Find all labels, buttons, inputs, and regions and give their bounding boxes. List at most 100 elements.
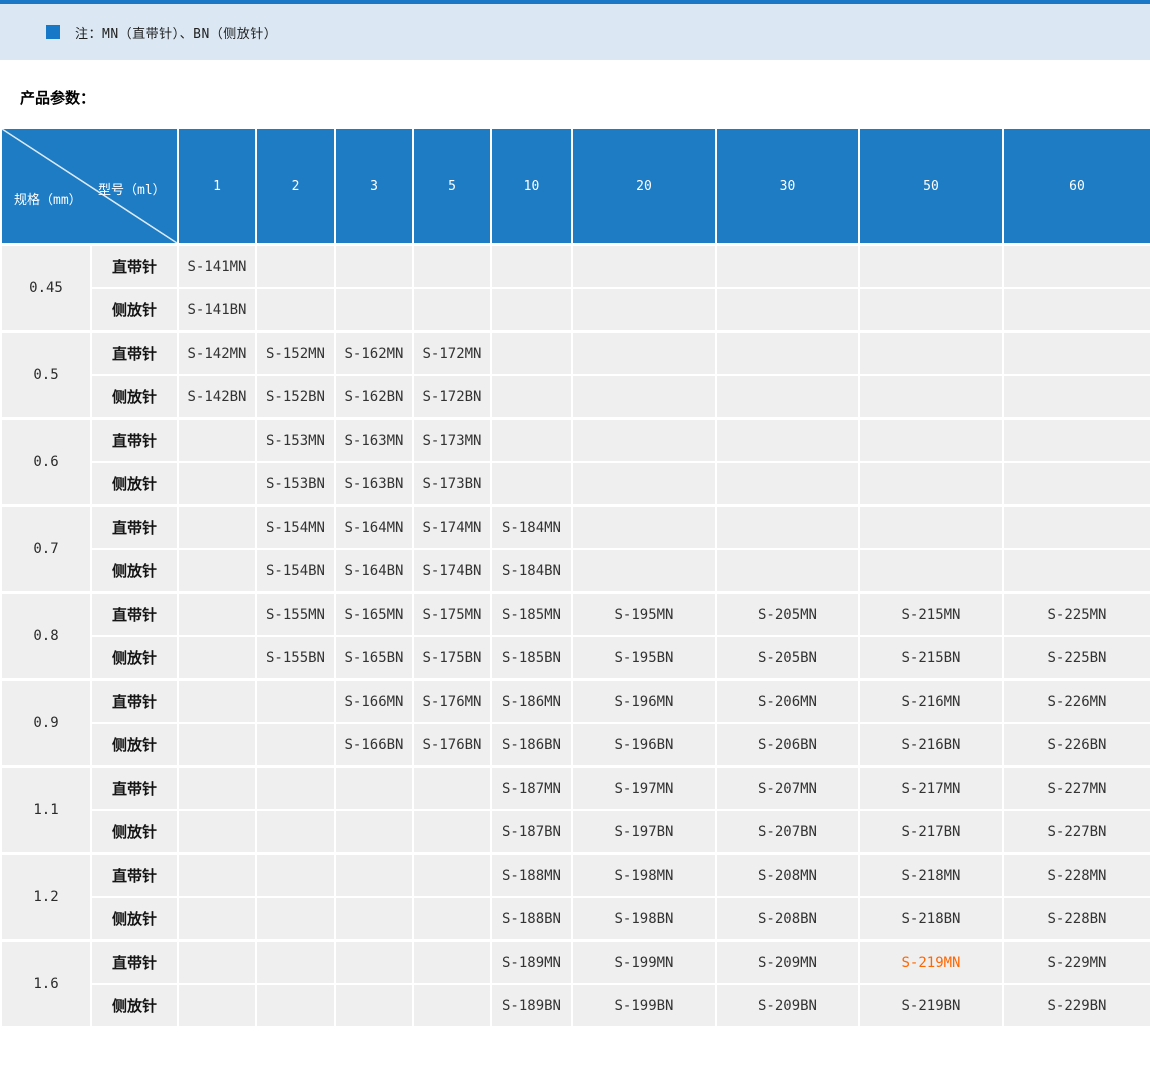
model-cell: S-164BN bbox=[334, 548, 414, 594]
row-0.8-mn: 0.8 直带针 S-155MN S-165MN S-175MN S-185MN S-195M… bbox=[0, 591, 1150, 681]
empty-cell bbox=[858, 504, 1004, 550]
model-cell: S-185MN bbox=[490, 591, 573, 637]
empty-cell bbox=[177, 548, 257, 594]
model-cell: S-163BN bbox=[334, 461, 414, 507]
row-0.7-mn: 0.7 直带针 S-154MN S-164MN S-174MN S-184MN bbox=[0, 504, 1150, 594]
model-cell: S-141MN bbox=[177, 243, 257, 289]
spec-cell: 1.6 bbox=[0, 939, 92, 1028]
empty-cell bbox=[177, 461, 257, 507]
empty-cell bbox=[334, 939, 414, 985]
note-banner: 注：MN（直带针）、BN（侧放针） bbox=[0, 4, 1150, 60]
column-header-3ml: 3 bbox=[334, 127, 414, 246]
row-0.9-mn: 0.9 直带针 S-166MN S-176MN S-186MN S-196MN S-206M… bbox=[0, 678, 1150, 768]
spec-cell: 0.7 bbox=[0, 504, 92, 594]
empty-cell bbox=[1002, 243, 1150, 289]
empty-cell bbox=[177, 722, 257, 768]
row-0.9-bn: 侧放针 S-166BN S-176BN S-186BN S-196BN S-206BN S-… bbox=[1, 722, 1150, 768]
empty-cell bbox=[715, 330, 860, 376]
empty-cell bbox=[571, 461, 717, 507]
empty-cell bbox=[177, 983, 257, 1028]
model-cell: S-217BN bbox=[858, 809, 1004, 855]
model-cell: S-166BN bbox=[334, 722, 414, 768]
model-cell: S-164MN bbox=[334, 504, 414, 550]
empty-cell bbox=[715, 548, 860, 594]
column-header-2ml: 2 bbox=[255, 127, 336, 246]
model-cell: S-188MN bbox=[490, 852, 573, 898]
empty-cell bbox=[571, 548, 717, 594]
row-1.1-mn: 1.1 直带针 S-187MN S-197MN S-207MN S-217MN S-227M… bbox=[0, 765, 1150, 855]
empty-cell bbox=[255, 939, 336, 985]
needle-type-cell: 侧放针 bbox=[90, 635, 179, 681]
needle-type-cell: 直带针 bbox=[90, 243, 179, 289]
model-cell: S-189BN bbox=[490, 983, 573, 1028]
empty-cell bbox=[490, 417, 573, 463]
empty-cell bbox=[490, 374, 573, 420]
model-cell: S-206MN bbox=[715, 678, 860, 724]
model-cell: S-198BN bbox=[571, 896, 717, 942]
needle-type-cell: 侧放针 bbox=[90, 722, 179, 768]
empty-cell bbox=[490, 243, 573, 289]
needle-type-cell: 直带针 bbox=[90, 417, 179, 463]
spec-cell: 1.1 bbox=[0, 765, 92, 855]
empty-cell bbox=[1002, 287, 1150, 333]
model-cell: S-173MN bbox=[412, 417, 492, 463]
row-1.6-mn: 1.6 直带针 S-189MN S-199MN S-209MN S-219MN S-229M… bbox=[0, 939, 1150, 1028]
empty-cell bbox=[412, 287, 492, 333]
empty-cell bbox=[490, 330, 573, 376]
row-0.8-bn: 侧放针 S-155BN S-165BN S-175BN S-185BN S-195BN S-… bbox=[1, 635, 1150, 681]
empty-cell bbox=[334, 243, 414, 289]
column-header-60ml: 60 bbox=[1002, 127, 1150, 246]
model-cell: S-186BN bbox=[490, 722, 573, 768]
model-cell: S-188BN bbox=[490, 896, 573, 942]
row-0.45-mn: 0.45 直带针 S-141MN bbox=[0, 243, 1150, 333]
model-cell: S-206BN bbox=[715, 722, 860, 768]
row-1.2-bn: 侧放针 S-188BN S-198BN S-208BN S-218BN S-228BN bbox=[1, 896, 1150, 942]
model-cell: S-155MN bbox=[255, 591, 336, 637]
row-0.5-bn: 侧放针 S-142BN S-152BN S-162BN S-172BN bbox=[1, 374, 1150, 420]
model-cell: S-175MN bbox=[412, 591, 492, 637]
model-cell: S-216MN bbox=[858, 678, 1004, 724]
empty-cell bbox=[858, 417, 1004, 463]
model-cell: S-165BN bbox=[334, 635, 414, 681]
empty-cell bbox=[715, 243, 860, 289]
model-cell: S-176BN bbox=[412, 722, 492, 768]
row-0.45-bn: 侧放针 S-141BN bbox=[1, 287, 1150, 333]
model-cell: S-184BN bbox=[490, 548, 573, 594]
column-header-20ml: 20 bbox=[571, 127, 717, 246]
model-cell: S-219BN bbox=[858, 983, 1004, 1028]
empty-cell bbox=[412, 765, 492, 811]
empty-cell bbox=[412, 939, 492, 985]
empty-cell bbox=[571, 374, 717, 420]
empty-cell bbox=[412, 983, 492, 1028]
model-cell: S-218MN bbox=[858, 852, 1004, 898]
empty-cell bbox=[412, 243, 492, 289]
model-cell: S-229MN bbox=[1002, 939, 1150, 985]
model-cell: S-228BN bbox=[1002, 896, 1150, 942]
model-cell: S-197MN bbox=[571, 765, 717, 811]
needle-type-cell: 直带针 bbox=[90, 939, 179, 985]
needle-type-cell: 直带针 bbox=[90, 330, 179, 376]
needle-type-cell: 侧放针 bbox=[90, 548, 179, 594]
model-cell: S-152BN bbox=[255, 374, 336, 420]
table-body: 0.45 直带针 S-141MN 侧放针 S-141BN 0.5 直带针 S-142MN S-1… bbox=[0, 243, 1150, 1028]
empty-cell bbox=[412, 852, 492, 898]
model-cell: S-195BN bbox=[571, 635, 717, 681]
model-cell: S-205BN bbox=[715, 635, 860, 681]
empty-cell bbox=[715, 374, 860, 420]
model-cell: S-199BN bbox=[571, 983, 717, 1028]
model-cell: S-174MN bbox=[412, 504, 492, 550]
empty-cell bbox=[177, 504, 257, 550]
model-cell: S-142MN bbox=[177, 330, 257, 376]
empty-cell bbox=[334, 896, 414, 942]
empty-cell bbox=[1002, 504, 1150, 550]
model-cell: S-174BN bbox=[412, 548, 492, 594]
empty-cell bbox=[858, 548, 1004, 594]
empty-cell bbox=[1002, 548, 1150, 594]
model-cell: S-216BN bbox=[858, 722, 1004, 768]
model-cell: S-185BN bbox=[490, 635, 573, 681]
model-cell: S-227MN bbox=[1002, 765, 1150, 811]
model-cell: S-196MN bbox=[571, 678, 717, 724]
needle-type-cell: 直带针 bbox=[90, 591, 179, 637]
empty-cell bbox=[177, 417, 257, 463]
model-cell: S-176MN bbox=[412, 678, 492, 724]
